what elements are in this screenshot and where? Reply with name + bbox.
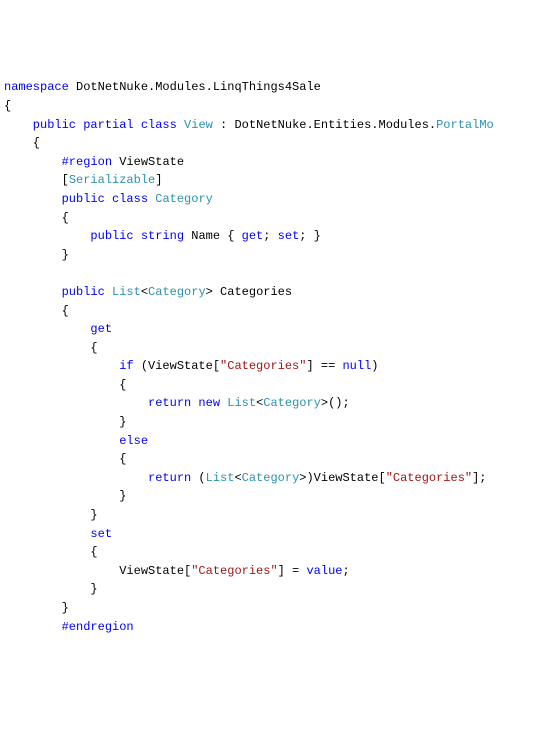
text: Name { [184, 229, 242, 243]
text: >)ViewState[ [299, 471, 385, 485]
keyword-get: get [4, 322, 112, 336]
region-directive: #region [4, 155, 112, 169]
text: >(); [321, 396, 350, 410]
type-list: List [206, 471, 235, 485]
code-line: [Serializable] [4, 173, 162, 187]
brace: { [4, 452, 126, 466]
code-line: public List<Category> Categories [4, 285, 292, 299]
keyword-return: return [4, 471, 191, 485]
string-literal: "Categories" [220, 359, 306, 373]
code-line: #endregion [4, 620, 134, 634]
code-line: namespace DotNetNuke.Modules.LinqThings4… [4, 80, 321, 94]
keyword-public: public [4, 285, 105, 299]
brace: { [4, 99, 11, 113]
code-line: set [4, 527, 112, 541]
text: ; [263, 229, 277, 243]
keyword-class: class [105, 192, 148, 206]
text: [ [4, 173, 69, 187]
endregion-directive: #endregion [4, 620, 134, 634]
brace: } [4, 248, 69, 262]
text: ] = [278, 564, 307, 578]
code-line: public partial class View : DotNetNuke.E… [4, 118, 494, 132]
text: : DotNetNuke.Entities.Modules. [213, 118, 436, 132]
brace: } [4, 601, 69, 615]
keyword-public: public [4, 118, 76, 132]
code-line: #region ViewState [4, 155, 184, 169]
string-literal: "Categories" [191, 564, 277, 578]
text: ViewState[ [4, 564, 191, 578]
code-line: get [4, 322, 112, 336]
type-list: List [105, 285, 141, 299]
code-line: else [4, 434, 148, 448]
type-list: List [220, 396, 256, 410]
keyword-public: public [4, 192, 105, 206]
keyword-string: string [134, 229, 184, 243]
brace: } [4, 489, 126, 503]
string-literal: "Categories" [386, 471, 472, 485]
brace: } [4, 582, 98, 596]
text: ] == [306, 359, 342, 373]
text: ( [191, 471, 205, 485]
text: < [141, 285, 148, 299]
code-line: ViewState["Categories"] = value; [4, 564, 350, 578]
text: < [234, 471, 241, 485]
keyword-null: null [342, 359, 371, 373]
keyword-public: public [4, 229, 134, 243]
keyword-value: value [306, 564, 342, 578]
text: ] [155, 173, 162, 187]
brace: { [4, 341, 98, 355]
code-line: return (List<Category>)ViewState["Catego… [4, 471, 487, 485]
type-category: Category [148, 192, 213, 206]
region-name: ViewState [112, 155, 184, 169]
brace: { [4, 378, 126, 392]
brace: } [4, 415, 126, 429]
text: ]; [472, 471, 486, 485]
keyword-if: if [4, 359, 134, 373]
type-view: View [177, 118, 213, 132]
brace: } [4, 508, 98, 522]
text: ) [371, 359, 378, 373]
brace: { [4, 304, 69, 318]
type-category: Category [242, 471, 300, 485]
namespace-name: DotNetNuke.Modules.LinqThings4Sale [69, 80, 321, 94]
keyword-else: else [4, 434, 148, 448]
brace: { [4, 545, 98, 559]
code-line: public string Name { get; set; } [4, 229, 321, 243]
attribute-serializable: Serializable [69, 173, 155, 187]
code-line: public class Category [4, 192, 213, 206]
keyword-get: get [242, 229, 264, 243]
type-portal: PortalMo [436, 118, 494, 132]
brace: { [4, 136, 40, 150]
text: (ViewState[ [134, 359, 220, 373]
keyword-set: set [4, 527, 112, 541]
text: > Categories [206, 285, 292, 299]
text: ; [342, 564, 349, 578]
code-line: return new List<Category>(); [4, 396, 350, 410]
keyword-new: new [191, 396, 220, 410]
type-category: Category [148, 285, 206, 299]
brace: { [4, 211, 69, 225]
code-block: namespace DotNetNuke.Modules.LinqThings4… [4, 78, 539, 636]
text: ; } [299, 229, 321, 243]
keyword-class: class [134, 118, 177, 132]
type-category: Category [263, 396, 321, 410]
keyword-namespace: namespace [4, 80, 69, 94]
keyword-partial: partial [76, 118, 134, 132]
keyword-return: return [4, 396, 191, 410]
code-line: if (ViewState["Categories"] == null) [4, 359, 379, 373]
keyword-set: set [278, 229, 300, 243]
